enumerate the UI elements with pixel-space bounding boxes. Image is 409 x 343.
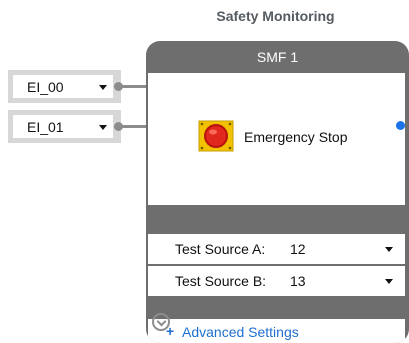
- dropdown-caret-icon: [385, 279, 393, 284]
- block-title: SMF 1: [256, 49, 299, 65]
- advanced-settings-label: Advanced Settings: [182, 324, 299, 340]
- test-source-b-select[interactable]: Test Source B: 13: [148, 266, 405, 296]
- advanced-settings-link[interactable]: + Advanced Settings: [148, 319, 405, 343]
- input-select-0[interactable]: EI_00: [13, 75, 113, 98]
- chevron-down-icon: [156, 316, 167, 327]
- input-select-1[interactable]: EI_01: [13, 115, 113, 138]
- output-port-dot[interactable]: [114, 82, 123, 91]
- input-slot-0: EI_00: [8, 70, 121, 103]
- function-label: Emergency Stop: [244, 129, 348, 145]
- section-title: Safety Monitoring: [216, 8, 335, 24]
- safety-monitoring-canvas: Safety Monitoring EI_00 EI_01 SMF 1 Emer…: [0, 0, 409, 343]
- param-label: Test Source B:: [175, 273, 267, 289]
- dropdown-caret-icon: [385, 247, 393, 252]
- input-slot-1: EI_01: [8, 110, 121, 143]
- collapse-toggle-button[interactable]: [152, 313, 170, 331]
- input-select-value: EI_01: [27, 119, 64, 135]
- output-port-dot[interactable]: [396, 121, 405, 130]
- param-value: 12: [290, 241, 306, 257]
- emergency-stop-icon: [198, 120, 234, 157]
- test-source-a-select[interactable]: Test Source A: 12: [148, 234, 405, 264]
- smf-block: SMF 1 Emergency Stop Test Source A: 12 T…: [146, 41, 409, 343]
- param-label: Test Source A:: [175, 241, 266, 257]
- dropdown-caret-icon: [99, 85, 107, 90]
- block-function-area: Emergency Stop: [148, 73, 405, 205]
- param-value: 13: [290, 273, 306, 289]
- dropdown-caret-icon: [99, 125, 107, 130]
- output-port-dot[interactable]: [114, 122, 123, 131]
- input-select-value: EI_00: [27, 79, 64, 95]
